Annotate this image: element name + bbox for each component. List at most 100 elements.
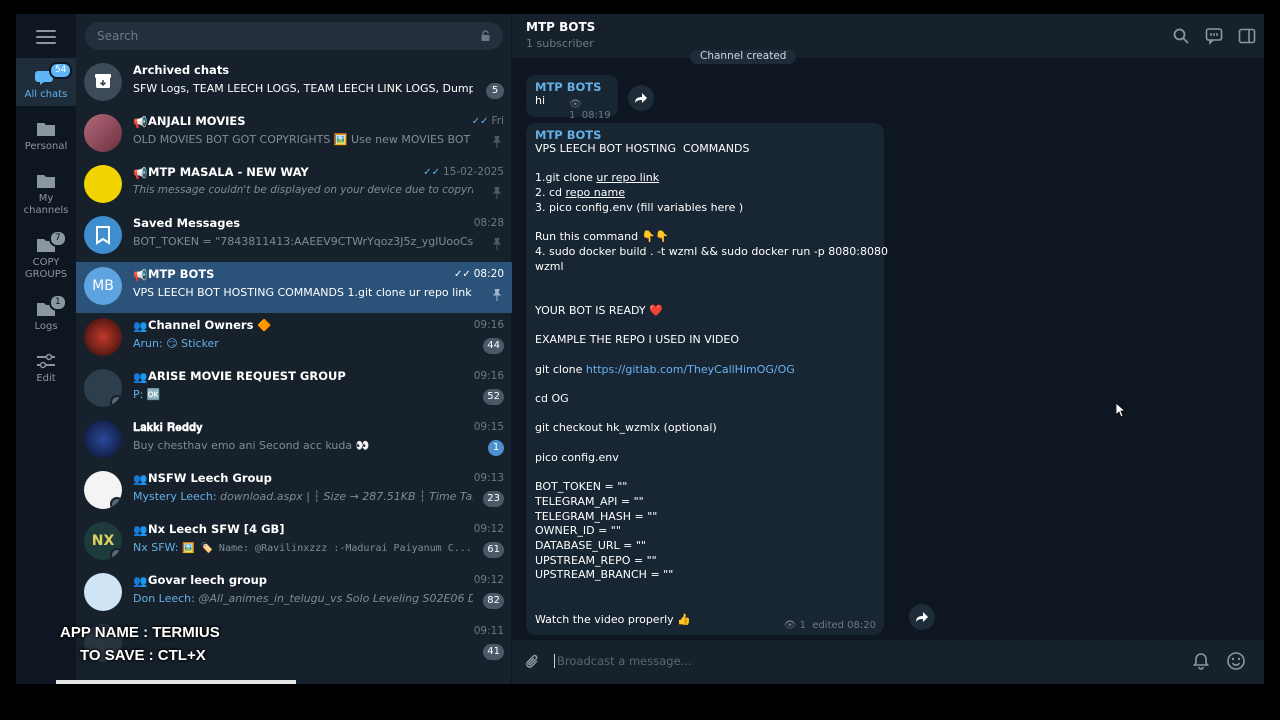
menu-icon[interactable]: [36, 30, 56, 44]
chat-item-saved-messages[interactable]: Saved Messages BOT_TOKEN = "7843811413:A…: [76, 211, 512, 262]
chat-item-archived[interactable]: Archived chats SFW Logs, TEAM LEECH LOGS…: [76, 58, 512, 109]
folder-label: All chats: [24, 89, 68, 100]
chat-item[interactable]: 👥NSFW Leech Group Mystery Leech: downloa…: [76, 466, 512, 517]
message-meta: 👁 1 08:19: [569, 99, 618, 121]
folder-personal[interactable]: Personal: [16, 120, 76, 153]
config-variables: BOT_TOKEN = "" TELEGRAM_API = "" TELEGRA…: [535, 480, 674, 582]
pin-icon: [492, 136, 502, 148]
avatar: [84, 369, 122, 407]
chat-title: Archived chats: [133, 63, 230, 77]
unread-badge: 44: [483, 338, 504, 354]
avatar: MB: [84, 267, 122, 305]
chat-title: 👥NSFW Leech Group: [133, 471, 433, 485]
chat-time: 09:12: [473, 574, 504, 586]
folder-label: COPY GROUPS: [24, 257, 68, 280]
sidebar-toggle-icon[interactable]: [1238, 27, 1256, 45]
message-time: 08:19: [581, 110, 611, 121]
gitlab-link[interactable]: https://gitlab.com/TheyCallHimOG/OG: [586, 363, 795, 376]
sliders-icon: [35, 352, 57, 370]
chat-preview: BOT_TOKEN = "7843811413:AAEEV9CTWrYqoz3J…: [133, 235, 473, 248]
message-meta: 👁 1 edited 08:20: [784, 620, 876, 631]
bookmark-icon: [84, 216, 122, 254]
search-placeholder: Search: [97, 29, 139, 43]
search-icon[interactable]: [1172, 27, 1190, 45]
message-step: 2. cd repo name: [535, 186, 875, 201]
pin-icon: [492, 238, 502, 250]
message-bubble[interactable]: MTP BOTS VPS LEECH BOT HOSTING COMMANDS …: [526, 123, 888, 635]
chat-item[interactable]: 👥Channel Owners 🔶 Arun: 😏 Sticker 09:16 …: [76, 313, 512, 364]
read-check-icon: ✓✓: [471, 116, 489, 127]
muted-ring: [110, 548, 122, 560]
chat-title-text: ANJALI MOVIES: [148, 114, 246, 128]
bell-icon[interactable]: [1192, 652, 1210, 670]
message-line: Run this command 👇👇: [535, 230, 669, 244]
folder-all-chats[interactable]: 54 All chats: [16, 58, 76, 106]
forward-button[interactable]: [628, 85, 654, 111]
chat-time-text: 15-02-2025: [442, 166, 504, 178]
chat-list: Search Archived chats SFW Logs, TEAM LEE…: [76, 14, 512, 684]
chat-preview: Don Leech: @All_animes_in_telugu_vs Solo…: [133, 592, 473, 605]
message-step: 4. sudo docker build . -t wzml && sudo d…: [535, 244, 888, 273]
chat-item[interactable]: 𝐋𝐚𝐤𝐤𝐢 𝐑𝐞𝐝𝐝𝐲 Buy chesthav emo ani Second …: [76, 415, 512, 466]
emoji-icon[interactable]: [1226, 651, 1246, 671]
repo-name-link[interactable]: repo name: [566, 186, 625, 199]
chat-title: 📢ANJALI MOVIES: [133, 114, 433, 128]
chat-preview: Nx SFW: 🖼️ 🏷️ Name: @Ravilinxzzz :-Madur…: [133, 541, 473, 554]
chat-title-text: MTP MASALA - NEW WAY: [148, 165, 309, 179]
sender-name: Don Leech:: [133, 592, 195, 605]
unread-badge: 1: [488, 440, 504, 456]
sender-name: Arun:: [133, 337, 163, 350]
message-line: EXAMPLE THE REPO I USED IN VIDEO: [535, 333, 740, 347]
chat-title: 𝐋𝐚𝐤𝐤𝐢 𝐑𝐞𝐝𝐝𝐲: [133, 420, 203, 434]
chat-item[interactable]: 👥ARISE MOVIE REQUEST GROUP P: 🆗 09:16 52: [76, 364, 512, 415]
chat-item[interactable]: 📢MTP MASALA - NEW WAY This message could…: [76, 160, 512, 211]
repo-link[interactable]: ur repo link: [596, 171, 659, 184]
overlay-caption: TO SAVE : CTL+X: [80, 647, 206, 664]
folder-icon: 7: [35, 230, 67, 254]
attach-icon[interactable]: [524, 653, 542, 671]
discussion-icon[interactable]: [1205, 27, 1223, 45]
views-icon: 👁: [569, 99, 582, 110]
chat-item[interactable]: NX 👥Nx Leech SFW [4 GB] Nx SFW: 🖼️ 🏷️ Na…: [76, 517, 512, 568]
chat-time: ✓✓ 08:20: [454, 268, 504, 280]
muted-ring: [110, 395, 122, 407]
telegram-window: 54 All chats Personal My channels 7 COPY…: [16, 14, 1264, 684]
folder-logs[interactable]: 1 Logs: [16, 294, 76, 333]
pin-icon: [492, 187, 502, 199]
chat-item[interactable]: 📢ANJALI MOVIES OLD MOVIES BOT GOT COPYRI…: [76, 109, 512, 160]
forward-button[interactable]: [909, 604, 935, 630]
group-icon: 👥: [133, 523, 148, 536]
chat-item[interactable]: 👥Govar leech group Don Leech: @All_anime…: [76, 568, 512, 619]
preview-text: @All_animes_in_telugu_vs Solo Leveling S…: [198, 592, 473, 605]
chat-time: ✓✓ Fri: [472, 115, 504, 127]
unread-badge: 82: [483, 593, 504, 609]
folder-icon: 1: [35, 294, 67, 318]
pin-icon: [492, 289, 502, 301]
search-input[interactable]: Search: [85, 22, 503, 50]
folder-my-channels[interactable]: My channels: [16, 172, 76, 217]
megaphone-icon: 📢: [133, 166, 148, 179]
lock-icon[interactable]: [480, 30, 491, 41]
avatar: [84, 420, 122, 458]
megaphone-icon: 📢: [133, 268, 148, 281]
folder-edit[interactable]: Edit: [16, 352, 76, 385]
folder-label: Personal: [24, 141, 68, 152]
folder-copy-groups[interactable]: 7 COPY GROUPS: [16, 230, 76, 281]
archive-icon: [84, 63, 122, 101]
message-bubble[interactable]: MTP BOTS hi 👁 1 08:19: [526, 75, 618, 121]
folder-badge: 54: [49, 62, 73, 79]
forward-icon: [635, 93, 647, 103]
sender-name: P:: [133, 388, 144, 401]
message-step: 3. pico config.env (fill variables here …: [535, 200, 744, 214]
sender-name: Mystery Leech:: [133, 490, 217, 503]
channel-name[interactable]: MTP BOTS: [526, 20, 595, 34]
chat-item-selected[interactable]: MB 📢MTP BOTS VPS LEECH BOT HOSTING COMMA…: [76, 262, 512, 313]
message-input[interactable]: Broadcast a message...: [554, 654, 692, 668]
service-message: Channel created: [690, 50, 797, 64]
message-line: git clone https://gitlab.com/TheyCallHim…: [535, 363, 875, 378]
